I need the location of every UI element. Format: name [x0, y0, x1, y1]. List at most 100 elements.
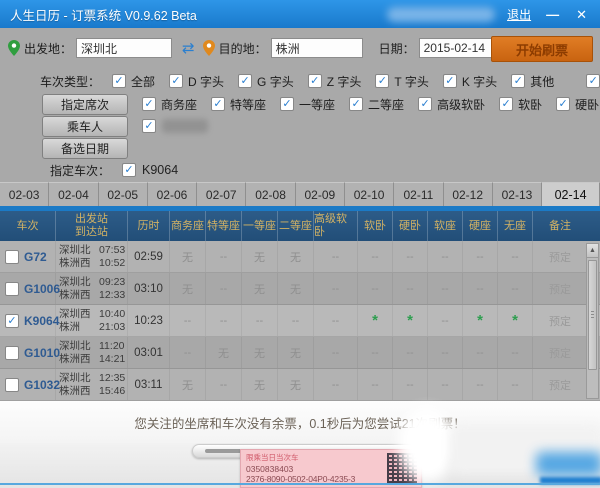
assigned-train-label: 指定车次： — [50, 162, 110, 179]
train-type-option-checkbox-1[interactable]: ✓ — [169, 74, 183, 88]
seat-cell-1: -- — [205, 305, 241, 336]
seat-cell-0: 无 — [169, 273, 205, 304]
table-row-G1010[interactable]: G1010深圳北11:20株洲西14:2103:01--无无无---------… — [0, 337, 600, 369]
route-row: 出发地： 深圳北 ⇄ 目的地： 株洲 日期： 2015-02-14 开始刷票 — [0, 36, 600, 60]
train-type-option-label-1: D 字头 — [188, 73, 224, 90]
seat-type-option-6[interactable]: ✓硬卧 — [556, 96, 599, 113]
minimize-button[interactable]: — — [543, 8, 561, 21]
reserve-button[interactable]: 预定 — [549, 313, 571, 329]
row-checkbox-G1032[interactable] — [5, 378, 19, 392]
train-type-option-checkbox-3[interactable]: ✓ — [308, 74, 322, 88]
row-checkbox-G72[interactable] — [5, 250, 19, 264]
seat-type-options: ✓商务座✓特等座✓一等座✓二等座✓高级软卧✓软卧✓硬卧✓软座✓硬座✓无座 — [142, 96, 600, 113]
train-type-option-checkbox-0[interactable]: ✓ — [112, 74, 126, 88]
passenger-checkbox[interactable]: ✓ — [142, 119, 156, 133]
train-type-option-label-6: 其他 — [530, 73, 554, 90]
passenger-button[interactable]: 乘车人 — [42, 116, 128, 137]
auto-option-checkbox-0[interactable]: ✓ — [586, 74, 600, 88]
train-type-options: ✓全部✓D 字头✓G 字头✓Z 字头✓T 字头✓K 字头✓其他 — [112, 73, 568, 90]
seat-type-option-checkbox-3[interactable]: ✓ — [349, 97, 363, 111]
reserve-button[interactable]: 预定 — [549, 345, 571, 361]
seat-type-option-checkbox-6[interactable]: ✓ — [556, 97, 570, 111]
column-header-2: 历时 — [127, 211, 169, 241]
date-tab-02-14[interactable]: 02-14 — [542, 182, 600, 206]
table-row-G1032[interactable]: G1032深圳北12:35株洲西15:4603:11无--无无---------… — [0, 369, 600, 401]
train-type-option-3[interactable]: ✓Z 字头 — [308, 73, 362, 90]
train-type-option-5[interactable]: ✓ K 字头 — [443, 73, 497, 90]
column-header-11: 硬座 — [462, 211, 497, 241]
date-tab-02-04[interactable]: 02-04 — [49, 182, 98, 206]
departure-station-time: 深圳北12:35 — [59, 372, 125, 385]
logout-link[interactable]: 退出 — [507, 6, 531, 23]
duration-cell: 03:10 — [127, 273, 169, 304]
row-checkbox-G1006[interactable] — [5, 282, 19, 296]
seat-cell-1: -- — [205, 369, 241, 400]
column-header-8: 软卧 — [357, 211, 392, 241]
assigned-train-checkbox[interactable]: ✓ — [122, 163, 136, 177]
seat-type-option-checkbox-0[interactable]: ✓ — [142, 97, 156, 111]
close-button[interactable]: ✕ — [573, 8, 590, 21]
seat-type-option-4[interactable]: ✓高级软卧 — [418, 96, 485, 113]
seat-cell-2: 无 — [241, 241, 277, 272]
backup-date-button[interactable]: 备选日期 — [42, 138, 128, 159]
table-scrollbar[interactable]: ▲ — [586, 243, 599, 399]
seat-type-option-2[interactable]: ✓一等座 — [280, 96, 335, 113]
train-type-option-checkbox-6[interactable]: ✓ — [511, 74, 525, 88]
scrollbar-up-icon[interactable]: ▲ — [587, 244, 598, 258]
train-type-option-checkbox-2[interactable]: ✓ — [238, 74, 252, 88]
to-input[interactable]: 株洲 — [271, 38, 363, 58]
date-tab-02-12[interactable]: 02-12 — [444, 182, 493, 206]
table-row-G1006[interactable]: G1006深圳北09:23株洲西12:3303:10无--无无---------… — [0, 273, 600, 305]
date-tab-02-08[interactable]: 02-08 — [246, 182, 295, 206]
seat-cell-8: -- — [462, 337, 497, 368]
scrollbar-thumb[interactable] — [588, 260, 597, 370]
column-header-1: 出发站到达站 — [55, 211, 127, 241]
reserve-button[interactable]: 预定 — [549, 377, 571, 393]
train-type-option-0[interactable]: ✓全部 — [112, 73, 155, 90]
seat-type-option-5[interactable]: ✓软卧 — [499, 96, 542, 113]
seat-type-option-checkbox-1[interactable]: ✓ — [211, 97, 225, 111]
table-row-G72[interactable]: G72深圳北07:53株洲西10:5202:59无--无无-----------… — [0, 241, 600, 273]
row-checkbox-G1010[interactable] — [5, 346, 19, 360]
duration-cell: 03:01 — [127, 337, 169, 368]
titlebar: 人生日历 - 订票系统 V0.9.62 Beta 退出 — ✕ — [0, 0, 600, 28]
auto-option-0[interactable]: ✓验证码自动识别 — [586, 73, 600, 90]
seat-cell-8: -- — [462, 273, 497, 304]
date-tab-02-05[interactable]: 02-05 — [99, 182, 148, 206]
train-type-option-1[interactable]: ✓ D 字头 — [169, 73, 224, 90]
reserve-button[interactable]: 预定 — [549, 249, 571, 265]
train-type-option-4[interactable]: ✓ T 字头 — [375, 73, 428, 90]
date-tab-02-11[interactable]: 02-11 — [394, 182, 443, 206]
swap-stations-icon[interactable]: ⇄ — [182, 39, 195, 57]
seat-cell-7: -- — [427, 305, 462, 336]
start-refresh-button[interactable]: 开始刷票 — [491, 36, 593, 62]
train-type-option-checkbox-4[interactable]: ✓ — [375, 74, 389, 88]
train-type-option-label-4: T 字头 — [394, 73, 428, 90]
table-row-K9064[interactable]: ✓K9064深圳西10:40株洲21:0310:23----------**--… — [0, 305, 600, 337]
train-type-option-2[interactable]: ✓G 字头 — [238, 73, 294, 90]
assign-seat-button[interactable]: 指定席次 — [42, 94, 128, 115]
seat-type-option-checkbox-2[interactable]: ✓ — [280, 97, 294, 111]
date-tab-02-10[interactable]: 02-10 — [345, 182, 394, 206]
train-number: G72 — [24, 250, 47, 264]
date-tab-02-09[interactable]: 02-09 — [296, 182, 345, 206]
train-type-option-label-5: K 字头 — [462, 73, 497, 90]
seat-type-option-checkbox-4[interactable]: ✓ — [418, 97, 432, 111]
train-type-option-6[interactable]: ✓ 其他 — [511, 73, 554, 90]
date-tab-02-07[interactable]: 02-07 — [197, 182, 246, 206]
train-type-label: 车次类型： — [40, 73, 100, 90]
seat-cell-9: -- — [497, 369, 532, 400]
seat-type-option-checkbox-5[interactable]: ✓ — [499, 97, 513, 111]
seat-type-option-1[interactable]: ✓特等座 — [211, 96, 266, 113]
train-type-option-checkbox-5[interactable]: ✓ — [443, 74, 457, 88]
row-checkbox-K9064[interactable]: ✓ — [5, 314, 19, 328]
seat-type-option-0[interactable]: ✓商务座 — [142, 96, 197, 113]
column-header-5: 一等座 — [241, 211, 277, 241]
date-tab-02-03[interactable]: 02-03 — [0, 182, 49, 206]
date-tab-02-13[interactable]: 02-13 — [493, 182, 542, 206]
seat-type-option-3[interactable]: ✓二等座 — [349, 96, 404, 113]
from-input[interactable]: 深圳北 — [76, 38, 172, 58]
reserve-button[interactable]: 预定 — [549, 281, 571, 297]
date-tab-02-06[interactable]: 02-06 — [148, 182, 197, 206]
arrival-station-time: 株洲西12:33 — [59, 289, 125, 302]
